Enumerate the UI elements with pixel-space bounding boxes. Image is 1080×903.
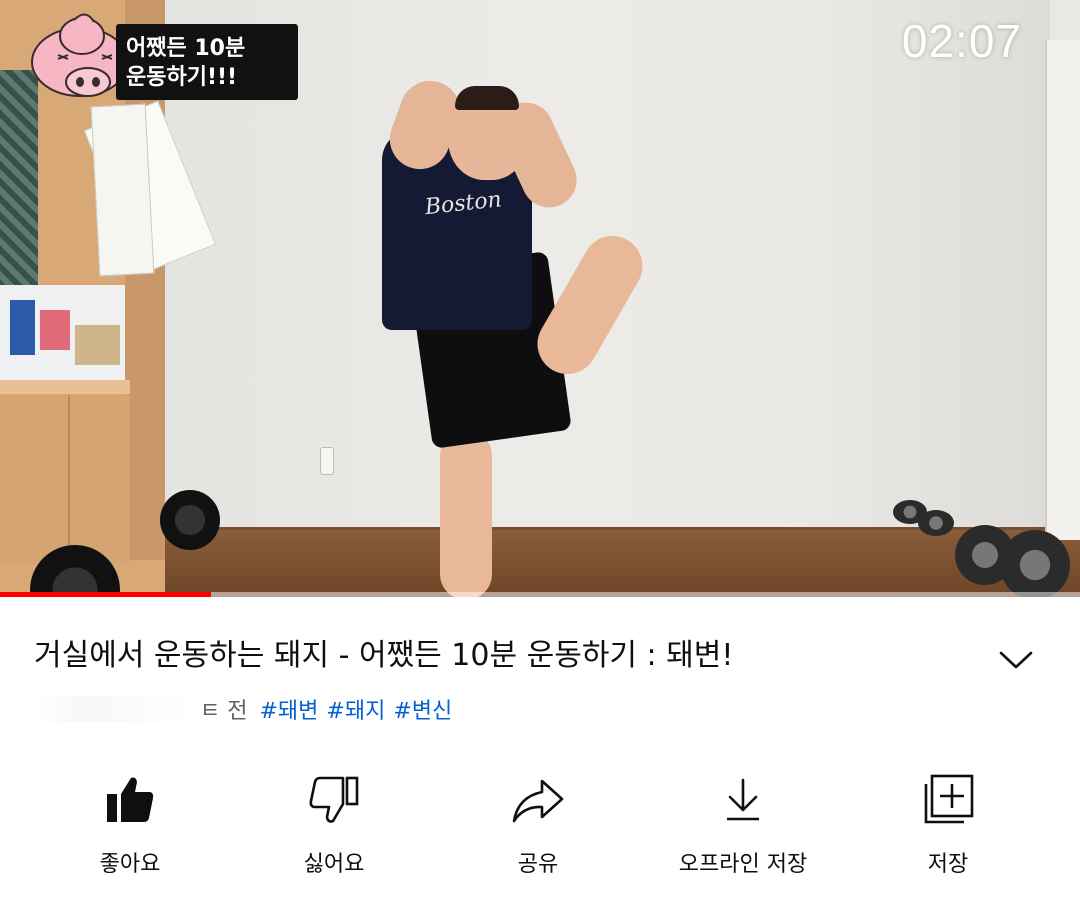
- video-player[interactable]: Boston 어쨌든 10분 운동하기!!! 02:07: [0, 0, 1080, 597]
- overlay-title-line2: 운동하기!!!: [126, 65, 238, 90]
- action-bar: 좋아요 싫어요 공유 오프라인 저장 저장: [0, 770, 1080, 890]
- video-timer: 02:07: [901, 15, 1022, 67]
- progress-bar-fill: [0, 592, 211, 597]
- thumbs-down-icon: [309, 776, 359, 823]
- like-label: 좋아요: [99, 852, 161, 877]
- expand-description-button[interactable]: [992, 638, 1040, 682]
- chevron-down-icon: [999, 651, 1033, 669]
- share-icon: [512, 779, 564, 823]
- add-to-playlist-icon: [924, 774, 974, 824]
- hashtag-link[interactable]: #변신: [393, 693, 452, 725]
- download-icon: [727, 778, 759, 821]
- hashtag-list: #돼변 #돼지 #변신: [259, 693, 452, 725]
- video-meta-row: ㅌ 전 #돼변 #돼지 #변신: [34, 692, 934, 726]
- video-title-row[interactable]: 거실에서 운동하는 돼지 - 어쨌든 10분 운동하기 : 돼변!: [34, 634, 974, 682]
- thumbs-up-filled-icon: [107, 777, 154, 822]
- overlay-title-card: 어쨌든 10분 운동하기!!!: [28, 10, 298, 100]
- dislike-button[interactable]: 싫어요: [234, 770, 434, 885]
- save-button[interactable]: 저장: [848, 770, 1048, 885]
- save-label: 저장: [927, 852, 969, 877]
- share-button[interactable]: 공유: [438, 770, 638, 885]
- video-frame-person: Boston: [370, 70, 710, 597]
- offline-save-label: 오프라인 저장: [678, 852, 808, 877]
- hashtag-link[interactable]: #돼변: [259, 693, 318, 725]
- upload-time: ㅌ 전: [200, 699, 248, 724]
- offline-save-button[interactable]: 오프라인 저장: [643, 770, 843, 885]
- overlay-title-line1: 어쨌든 10분: [126, 36, 246, 61]
- progress-bar[interactable]: [0, 592, 1080, 597]
- like-button[interactable]: 좋아요: [30, 770, 230, 885]
- share-label: 공유: [517, 852, 559, 877]
- hashtag-link[interactable]: #돼지: [326, 693, 385, 725]
- blurred-view-count: [34, 696, 194, 722]
- dislike-label: 싫어요: [303, 852, 365, 877]
- video-title[interactable]: 거실에서 운동하는 돼지 - 어쨌든 10분 운동하기 : 돼변!: [34, 634, 974, 678]
